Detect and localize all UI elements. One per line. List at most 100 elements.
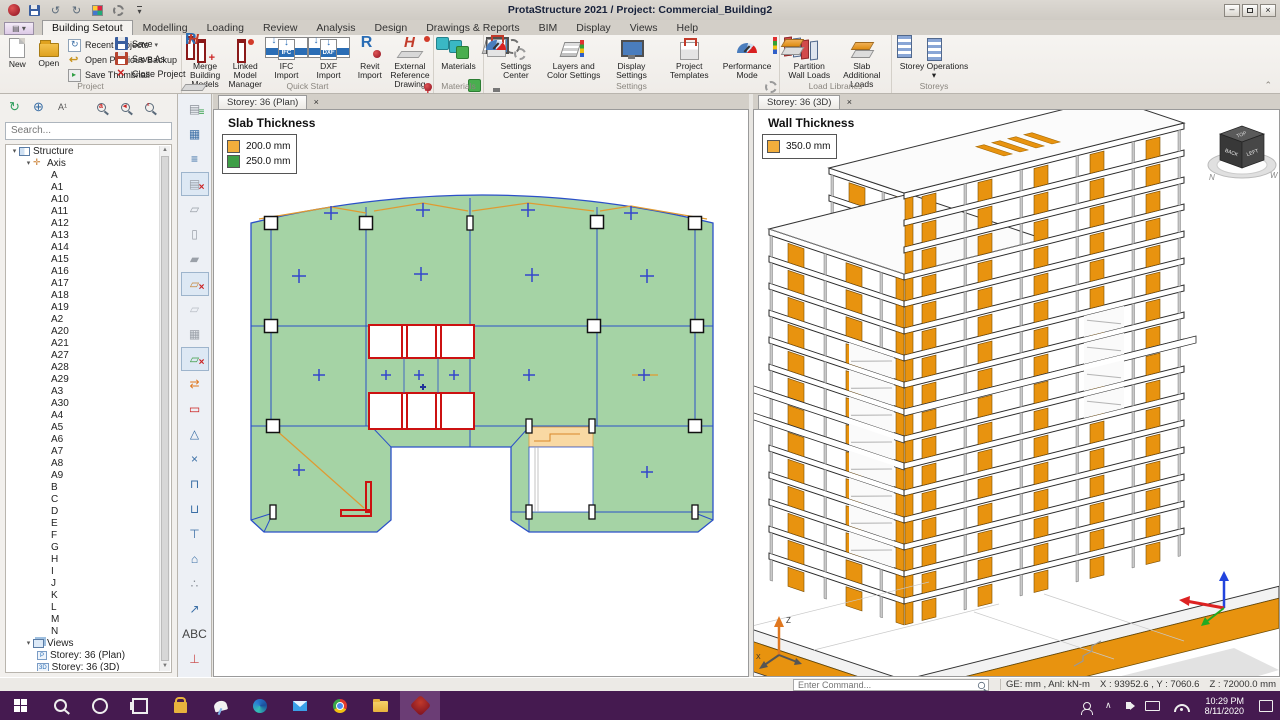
plan-tab-close-icon[interactable]: × [309, 96, 323, 109]
tree-item-axis-entry[interactable]: A6 [7, 434, 159, 446]
chrome-button[interactable] [320, 691, 360, 720]
frame-button[interactable]: ⊔ [181, 497, 209, 521]
save-button[interactable]: Save [115, 37, 183, 50]
tab-building-setout[interactable]: Building Setout [42, 20, 133, 35]
model-3d-drawing[interactable]: TOP BACK LEFT N W Z X [754, 110, 1279, 676]
tree-item-axis-entry[interactable]: L [7, 602, 159, 614]
action-center-icon[interactable] [1252, 691, 1280, 720]
tree-item-axis-entry[interactable]: N [7, 626, 159, 638]
roof-button[interactable]: ⌂ [181, 547, 209, 571]
tree-item-axis-entry[interactable]: A4 [7, 410, 159, 422]
dxf-import-button[interactable]: DXF Import [307, 36, 350, 80]
tree-item-axis-entry[interactable]: D [7, 506, 159, 518]
raise-slab-button[interactable]: ↗ [181, 597, 209, 621]
tree-item-axis-entry[interactable]: A5 [7, 422, 159, 434]
linked-model-manager-button[interactable]: Linked Model Manager [225, 37, 265, 89]
save-as-button[interactable]: Save As [115, 52, 183, 65]
tree-item-axis-entry[interactable]: A8 [7, 458, 159, 470]
color-grid-icon[interactable] [90, 3, 105, 17]
tab-display[interactable]: Display [567, 21, 619, 35]
nodes-button[interactable]: ∴ [181, 572, 209, 596]
slab-additional-loads-button[interactable]: Slab Additional Loads [836, 37, 889, 89]
performance-mode-button[interactable]: Performance Mode [718, 37, 776, 83]
settings-gear-icon[interactable] [111, 3, 126, 17]
collapse-ribbon-icon[interactable]: ⌃ [1264, 80, 1272, 91]
axis-label-icon[interactable]: A¹ [54, 99, 71, 116]
keyboard-icon[interactable] [1138, 691, 1167, 720]
tab-review[interactable]: Review [254, 21, 306, 35]
3d-canvas[interactable]: Wall Thickness 350.0 mm TOP BACK LEFT N … [753, 109, 1280, 677]
display-settings-button[interactable]: Display Settings [603, 37, 661, 83]
tree-item-axis-entry[interactable]: A2 [7, 314, 159, 326]
truss-button[interactable]: △ [181, 422, 209, 446]
zoom-extents-icon[interactable]: ² [141, 99, 158, 116]
task-view-button[interactable] [120, 691, 160, 720]
tree-item-axis-entry[interactable]: A16 [7, 266, 159, 278]
tree-item-axis-entry[interactable]: A3 [7, 386, 159, 398]
storey-operations-button[interactable]: Storey Operations ▾ [895, 37, 973, 83]
tab-design[interactable]: Design [366, 21, 417, 35]
tree-item-axis-entry[interactable]: A18 [7, 290, 159, 302]
minimize-button[interactable]: – [1224, 3, 1240, 17]
tree-item-storey-3d[interactable]: 3D Storey: 36 (3D) [7, 662, 159, 671]
paint3d-button[interactable] [200, 691, 240, 720]
tree-item-axis-entry[interactable]: A19 [7, 302, 159, 314]
tree-item-axis-entry[interactable]: B [7, 482, 159, 494]
tree-item-axis-entry[interactable]: M [7, 614, 159, 626]
start-button[interactable] [0, 691, 40, 720]
tab-analysis[interactable]: Analysis [307, 21, 364, 35]
tree-item-axis-entry[interactable]: I [7, 566, 159, 578]
storey-colors-button[interactable]: ▤ ≡ [181, 97, 209, 121]
open-button[interactable]: Open [32, 37, 66, 83]
command-input[interactable] [793, 678, 990, 691]
taskbar-clock[interactable]: 10:29 PM 8/11/2020 [1197, 696, 1252, 716]
revit-import-button[interactable]: Revit Import [350, 37, 390, 83]
tab-help[interactable]: Help [668, 21, 708, 35]
mail-button[interactable] [280, 691, 320, 720]
search-input[interactable] [5, 121, 172, 140]
brace-button[interactable]: × [181, 447, 209, 471]
tree-item-axis-entry[interactable]: J [7, 578, 159, 590]
application-menu-button[interactable]: ▤ ▾ [4, 22, 34, 35]
materials-button[interactable]: Materials [437, 37, 480, 83]
3d-tab-close-icon[interactable]: × [842, 96, 856, 109]
delete-wall-button[interactable]: ▱ × [180, 272, 209, 296]
external-reference-drawing-button[interactable]: External Reference Drawing [390, 37, 430, 89]
zoom-entity-icon[interactable]: a [93, 99, 110, 116]
ifc-import-button[interactable]: IFC Import [265, 36, 308, 80]
undo-button[interactable]: ↺ [48, 3, 63, 17]
file-explorer-button[interactable] [360, 691, 400, 720]
save-quick-button[interactable] [27, 3, 42, 17]
plan-canvas[interactable]: Slab Thickness 200.0 mm 250.0 mm [213, 109, 749, 677]
delete-axis-button[interactable]: ▤ × [180, 172, 209, 196]
search-button[interactable] [40, 691, 80, 720]
new-button[interactable]: New [3, 37, 32, 83]
tab-loading[interactable]: Loading [198, 21, 253, 35]
zoom-previous-icon[interactable]: ◂ [117, 99, 134, 116]
tab-views[interactable]: Views [621, 21, 667, 35]
command-search-icon[interactable] [977, 681, 986, 689]
tree-item-axis-entry[interactable]: A9 [7, 470, 159, 482]
tree-item-axis-entry[interactable]: A15 [7, 254, 159, 266]
foundation-button[interactable]: ⊥ [181, 647, 209, 671]
store-button[interactable] [160, 691, 200, 720]
tree-item-views[interactable]: ▾ Views [7, 638, 159, 650]
wifi-icon[interactable] [1167, 691, 1197, 720]
cortana-button[interactable] [80, 691, 120, 720]
tree-item-axis-entry[interactable]: A20 [7, 326, 159, 338]
tab-drawings-reports[interactable]: Drawings & Reports [417, 21, 528, 35]
draw-slab-button[interactable]: ▱ [181, 297, 209, 321]
tree-item-axis-entry[interactable]: A17 [7, 278, 159, 290]
tree-item-axis-entry[interactable]: A28 [7, 362, 159, 374]
section-button[interactable]: ⊓ [181, 472, 209, 496]
plan-tab[interactable]: Storey: 36 (Plan) [218, 95, 308, 109]
tree-item-axis-entry[interactable]: A21 [7, 338, 159, 350]
tree-item-axis-entry[interactable]: C [7, 494, 159, 506]
move-beam-button[interactable]: ⇄ [181, 372, 209, 396]
tree-item-storey-plan[interactable]: P Storey: 36 (Plan) [7, 650, 159, 662]
tree-item-axis-entry[interactable]: A13 [7, 230, 159, 242]
close-button[interactable]: × [1260, 3, 1276, 17]
tree-item-axis-entry[interactable]: A7 [7, 446, 159, 458]
plan-drawing[interactable] [214, 110, 748, 676]
tree-item-axis-entry[interactable]: K [7, 590, 159, 602]
